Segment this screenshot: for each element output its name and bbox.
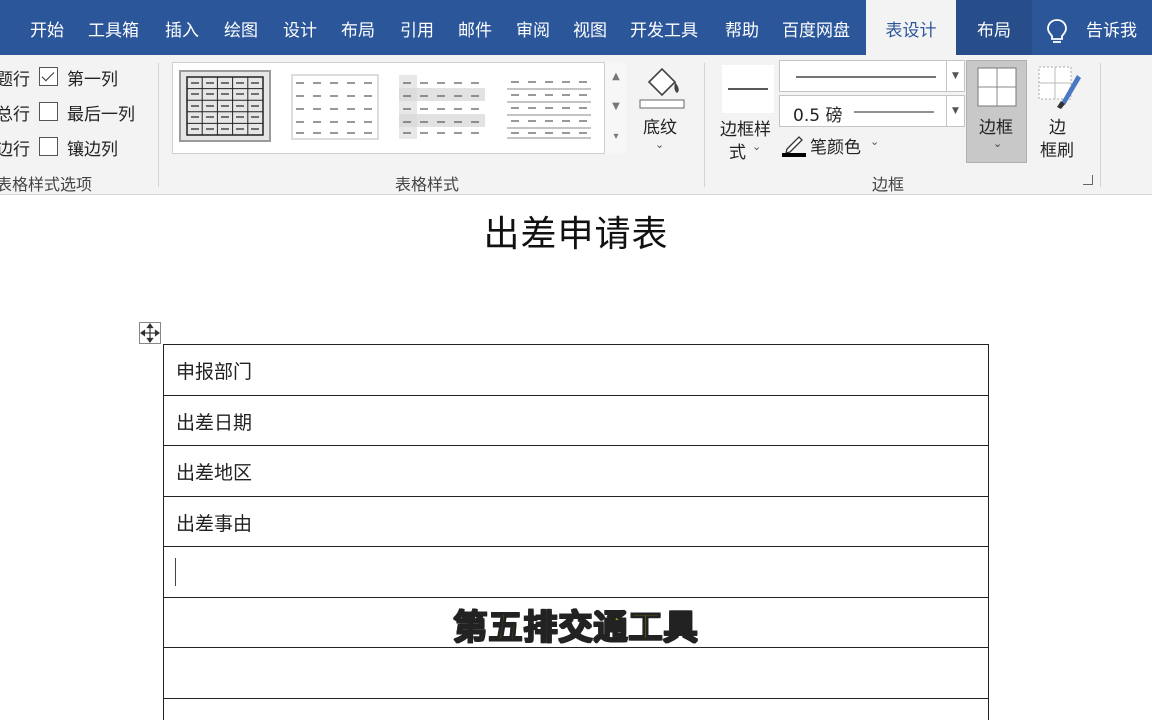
gallery-scrollbar: ▲ ▼ ▾ (604, 62, 626, 154)
borders-grid-icon (977, 67, 1017, 107)
tab-view[interactable]: 视图 (573, 0, 607, 55)
borders-button[interactable]: 边框 ⌄ (966, 60, 1027, 163)
line-weight-value: 0.5 磅 (793, 106, 843, 126)
table-styles-gallery (172, 62, 626, 154)
table-cell-trip-region[interactable]: 出差地区 (176, 458, 252, 485)
table-row[interactable] (163, 547, 989, 598)
table-styles-group-label: 表格样式 (395, 175, 460, 194)
header-row-option-label[interactable]: 题行 (0, 65, 30, 90)
table-style-options-group-label: 表格样式选项 (0, 175, 93, 194)
pen-color-dropdown-arrow-icon[interactable]: ⌄ (870, 135, 879, 148)
line-style-dropdown[interactable]: ▼ (779, 60, 965, 92)
border-painter-icon[interactable] (1037, 65, 1083, 111)
line-weight-preview (854, 111, 934, 113)
ribbon-tab-bar: 开始 工具箱 插入 绘图 设计 布局 引用 邮件 审阅 视图 开发工具 帮助 百… (0, 0, 1152, 55)
table-row[interactable] (163, 648, 989, 699)
last-column-label[interactable]: 最后一列 (67, 100, 135, 125)
table-style-grid[interactable] (179, 70, 271, 142)
line-weight-dropdown[interactable]: 0.5 磅 ▼ (779, 95, 965, 127)
pen-color-label[interactable]: 笔颜色 (810, 133, 861, 158)
video-subtitle: 第五排交通工具 (453, 607, 699, 649)
border-painter-label[interactable]: 边 (1049, 113, 1066, 138)
document-title: 出差申请表 (483, 214, 669, 255)
border-styles-label[interactable]: 边框样 (720, 115, 771, 140)
shading-label[interactable]: 底纹 (643, 113, 677, 138)
tab-toolbox[interactable]: 工具箱 (88, 0, 139, 55)
tab-layout[interactable]: 布局 (341, 0, 375, 55)
group-separator (1100, 63, 1101, 187)
gallery-more-button[interactable]: ▾ (605, 122, 627, 152)
table-style-light-grid[interactable] (288, 70, 380, 142)
tab-home[interactable]: 开始 (30, 0, 64, 55)
table-row[interactable]: 出差事由 (163, 496, 989, 547)
tab-design[interactable]: 设计 (283, 0, 317, 55)
banded-columns-label[interactable]: 镶边列 (67, 135, 118, 160)
gallery-scroll-down-button[interactable]: ▼ (605, 92, 627, 122)
table-cell-trip-reason[interactable]: 出差事由 (176, 509, 252, 536)
text-cursor (175, 558, 176, 586)
dialog-launcher-icon[interactable] (1083, 175, 1093, 185)
table-cell-department[interactable]: 申报部门 (176, 357, 252, 384)
table-style-shaded[interactable] (395, 70, 487, 142)
table-row[interactable]: 申报部门 (163, 345, 989, 396)
borders-label: 边框 (979, 118, 1013, 138)
pen-color-icon[interactable] (781, 133, 807, 157)
application-table: 申报部门 出差日期 出差地区 出差事由 (163, 344, 989, 720)
line-style-preview (796, 76, 936, 78)
tell-me-search[interactable]: 告诉我 (1086, 0, 1137, 55)
shading-bucket-icon[interactable] (637, 62, 687, 112)
group-separator (158, 63, 159, 187)
tab-help[interactable]: 帮助 (725, 0, 759, 55)
tab-insert[interactable]: 插入 (165, 0, 199, 55)
table-cell-trip-date[interactable]: 出差日期 (176, 408, 252, 435)
borders-group-label: 边框 (872, 175, 905, 194)
border-styles-label-line2[interactable]: 式 (729, 138, 746, 163)
tab-review[interactable]: 审阅 (516, 0, 550, 55)
ribbon-panel: 题行 总行 边行 第一列 最后一列 镶边列 表格样式选项 ▲ ▼ ▾ 底纹 ⌄ … (0, 55, 1152, 195)
border-styles-icon[interactable] (722, 65, 774, 113)
shading-dropdown-arrow-icon[interactable]: ⌄ (655, 138, 664, 151)
gallery-scroll-up-button[interactable]: ▲ (605, 62, 627, 92)
banded-columns-checkbox[interactable] (39, 137, 58, 156)
tab-baidu-netdisk[interactable]: 百度网盘 (782, 0, 850, 55)
table-row[interactable]: 出差日期 (163, 395, 989, 446)
first-column-label[interactable]: 第一列 (67, 65, 118, 90)
table-row[interactable] (163, 698, 989, 720)
chevron-down-icon: ▼ (946, 61, 964, 91)
banded-rows-option-label[interactable]: 边行 (0, 135, 30, 160)
table-row[interactable]: 出差地区 (163, 446, 989, 497)
table-style-lines[interactable] (503, 70, 595, 142)
lightbulb-icon[interactable] (1046, 18, 1068, 46)
chevron-down-icon: ▼ (946, 96, 964, 126)
first-column-checkbox[interactable] (39, 67, 58, 86)
group-separator (704, 63, 705, 187)
last-column-checkbox[interactable] (39, 102, 58, 121)
border-painter-label-line2[interactable]: 框刷 (1040, 136, 1074, 161)
tab-developer[interactable]: 开发工具 (630, 0, 698, 55)
total-row-option-label[interactable]: 总行 (0, 100, 30, 125)
tab-draw[interactable]: 绘图 (224, 0, 258, 55)
table-move-handle-icon[interactable] (139, 322, 161, 344)
tab-mailings[interactable]: 邮件 (458, 0, 492, 55)
border-styles-dropdown-arrow-icon[interactable]: ⌄ (752, 140, 761, 153)
tab-table-layout[interactable]: 布局 (956, 0, 1032, 55)
tab-table-design[interactable]: 表设计 (866, 0, 956, 55)
borders-dropdown-arrow-icon: ⌄ (993, 137, 1003, 150)
tab-references[interactable]: 引用 (400, 0, 434, 55)
